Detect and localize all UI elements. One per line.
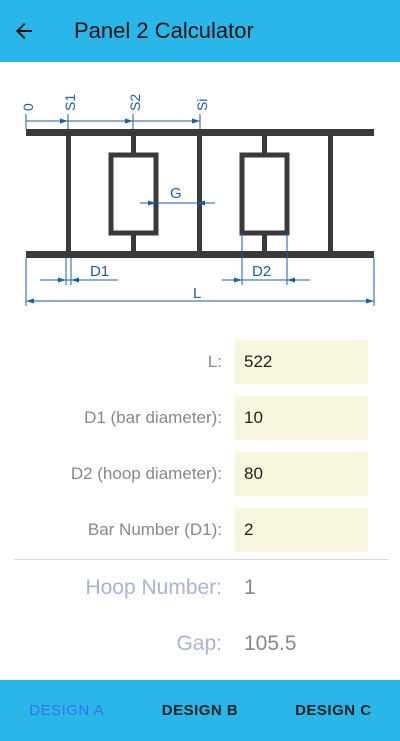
tab-design-c[interactable]: DESIGN C — [267, 702, 400, 719]
hoop-number-label: Hoop Number: — [85, 576, 222, 599]
tab-design-b[interactable]: DESIGN B — [133, 702, 266, 719]
bottom-navigation: DESIGN A DESIGN B DESIGN C — [0, 680, 400, 741]
bar-diameter-input[interactable] — [235, 396, 368, 440]
tab-design-a[interactable]: DESIGN A — [0, 702, 133, 719]
hoop — [239, 152, 290, 236]
panel-diagram: 0 S1 S2 Si G D1 D2 L — [20, 94, 375, 306]
s1-label: S1 — [62, 94, 78, 111]
form-row-bar-number: Bar Number (D1): — [0, 508, 400, 552]
d2-field-label: D2 (hoop diameter): — [70, 464, 222, 483]
form-row-length: L: — [0, 340, 400, 384]
bar — [262, 233, 267, 251]
bar — [131, 136, 136, 155]
bar-number-input[interactable] — [235, 508, 368, 552]
page-title: Panel 2 Calculator — [74, 18, 254, 43]
bar — [197, 136, 202, 251]
bar — [131, 233, 136, 251]
back-button[interactable] — [2, 9, 46, 53]
top-rail — [26, 129, 374, 136]
s2-label: S2 — [127, 94, 143, 111]
form-row-d1: D1 (bar diameter): — [0, 396, 400, 440]
length-input[interactable] — [235, 340, 368, 384]
arrow-back-icon — [16, 23, 32, 39]
app-bar: Panel 2 Calculator — [0, 0, 400, 62]
bar — [66, 136, 71, 251]
gap-result-label: Gap: — [176, 632, 222, 655]
d1-field-label: D1 (bar diameter): — [84, 408, 222, 427]
gap-result-value: 105.5 — [244, 632, 297, 655]
bar — [328, 136, 333, 251]
form-row-d2: D2 (hoop diameter): — [0, 452, 400, 496]
hoop-diameter-input[interactable] — [235, 452, 368, 496]
bar — [262, 136, 267, 155]
length-field-label: L: — [207, 352, 222, 371]
si-label: Si — [194, 99, 210, 111]
hoop-number-value: 1 — [244, 576, 256, 599]
bar-number-field-label: Bar Number (D1): — [87, 520, 222, 539]
d1-label: D1 — [90, 263, 109, 280]
gap-label: G — [170, 185, 182, 202]
bottom-rail — [26, 251, 374, 258]
length-label: L — [193, 285, 201, 302]
d2-label: D2 — [252, 263, 271, 280]
hoop — [108, 152, 159, 236]
divider — [14, 559, 388, 560]
origin-label: 0 — [20, 103, 36, 111]
